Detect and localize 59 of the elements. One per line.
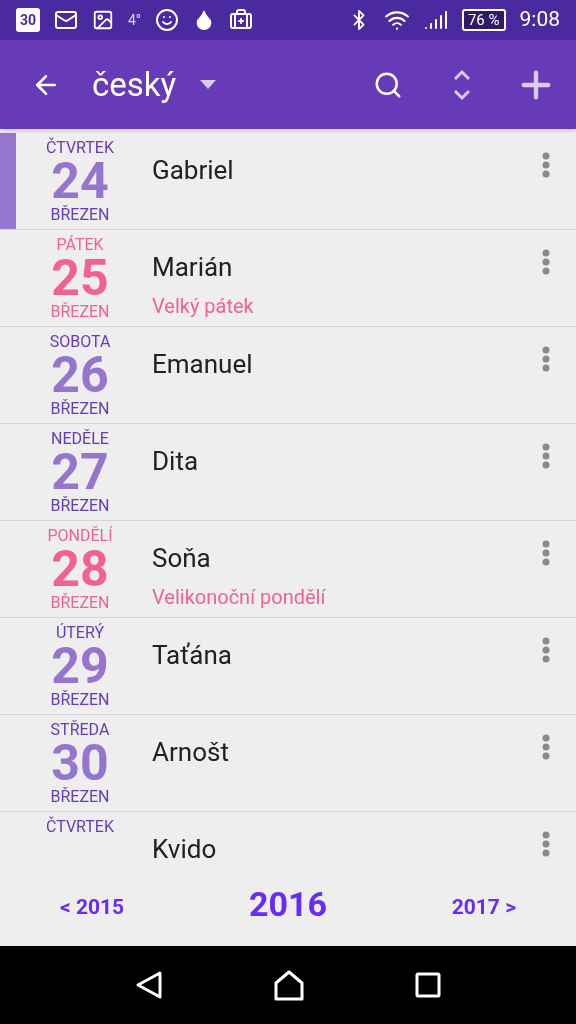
more-icon: [542, 152, 550, 178]
month: BŘEZEN: [50, 302, 110, 322]
mail-icon: [54, 8, 78, 32]
previous-year-link[interactable]: < 2015: [60, 891, 125, 924]
more-icon: [542, 637, 550, 663]
briefcase-icon: [229, 8, 254, 32]
more-icon: [542, 346, 550, 372]
more-icon: [542, 831, 550, 857]
name-day: Gabriel: [152, 153, 532, 187]
day-number: 28: [51, 545, 109, 593]
name-day: Marián: [152, 250, 532, 284]
day-number: 24: [51, 157, 109, 205]
weekday: ČTVRTEK: [46, 818, 114, 836]
weekday: ČTVRTEK: [46, 139, 114, 157]
month: BŘEZEN: [50, 496, 110, 516]
day-row[interactable]: ČTVRTEK 24 BŘEZEN Gabriel: [0, 133, 576, 230]
caret-icon: [200, 80, 217, 89]
day-number: 30: [51, 739, 109, 787]
month: BŘEZEN: [50, 205, 110, 225]
home-icon[interactable]: [273, 969, 305, 1001]
more-icon: [542, 540, 550, 566]
name-day: Emanuel: [152, 347, 532, 381]
name-day: Kvido: [152, 832, 532, 866]
language-dropdown[interactable]: český: [92, 59, 217, 110]
battery-icon: 76 %: [461, 9, 506, 31]
current-year: 2016: [248, 883, 327, 926]
holiday-note: Velký pátek: [152, 294, 255, 318]
weekday: ÚTERÝ: [55, 624, 105, 642]
weekday: SOBOTA: [49, 333, 111, 351]
calendar-icon: 30: [16, 8, 40, 32]
weekday: NEDĚLE: [51, 430, 109, 448]
day-number: 29: [51, 642, 109, 690]
name-day: Taťána: [152, 638, 532, 672]
month: BŘEZEN: [50, 593, 110, 613]
up-down-chevrons-icon: [452, 67, 472, 102]
signal-icon: [423, 8, 448, 32]
day-number: 25: [51, 254, 109, 302]
month: BŘEZEN: [50, 690, 110, 710]
temperature: 4°: [128, 10, 142, 30]
day-number: 26: [51, 351, 109, 399]
day-number: 27: [51, 448, 109, 496]
month: BŘEZEN: [50, 787, 110, 807]
name-day: Arnošt: [152, 735, 532, 769]
weekday: STŘEDA: [50, 721, 110, 739]
face-icon: [155, 8, 180, 32]
clock: 9:08: [519, 6, 560, 34]
holiday-note: Velikonoční pondělí: [152, 585, 327, 609]
back-icon[interactable]: [135, 970, 163, 1000]
weekday: PÁTEK: [56, 236, 104, 254]
weekday: PONDĚLÍ: [47, 527, 113, 545]
next-year-link[interactable]: 2017 >: [451, 891, 516, 924]
month: BŘEZEN: [50, 399, 110, 419]
name-day: Dita: [152, 444, 532, 478]
more-icon: [542, 734, 550, 760]
image-icon: [92, 9, 114, 31]
more-icon: [542, 249, 550, 275]
square-icon[interactable]: [415, 972, 441, 998]
more-icon: [542, 443, 550, 469]
name-day: Soňa: [152, 541, 532, 575]
